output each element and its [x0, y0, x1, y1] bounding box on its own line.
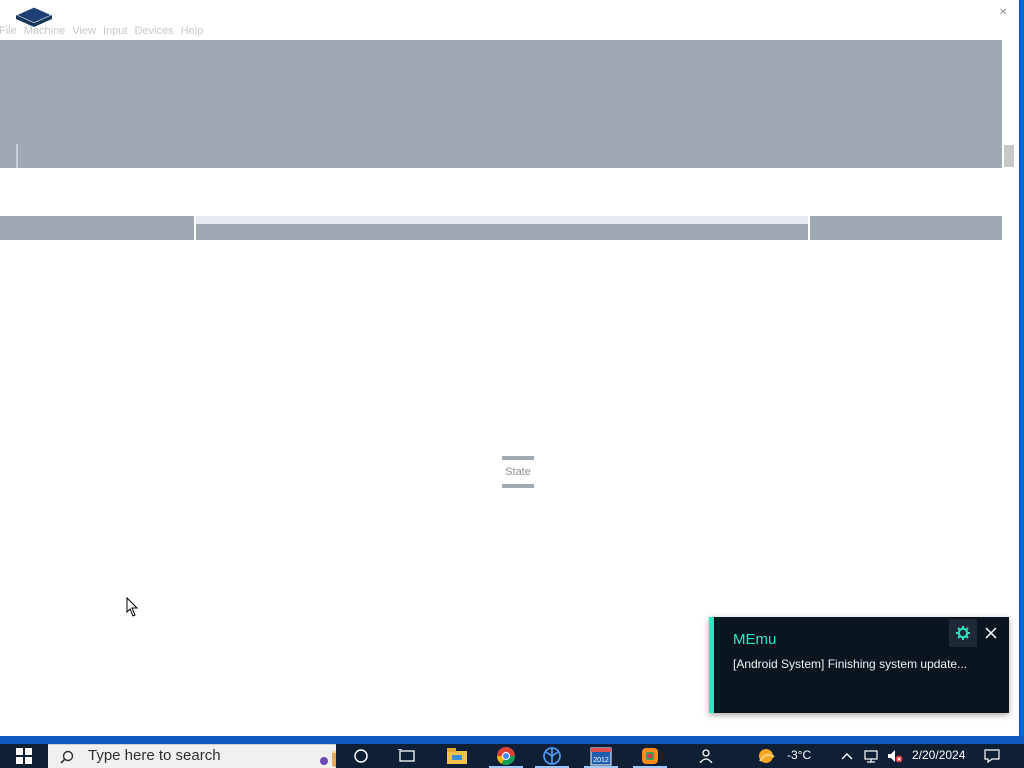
app-logo-icon: [14, 6, 54, 27]
weather-temperature[interactable]: -3°C: [787, 748, 811, 762]
taskbar-cortana[interactable]: [340, 744, 382, 768]
tray-network[interactable]: [860, 744, 882, 768]
notification-settings-button[interactable]: [949, 619, 977, 647]
taskbar-search-box[interactable]: Type here to search: [48, 744, 336, 768]
weather-icon: [759, 749, 775, 763]
taskbar-calendar-app[interactable]: 2012: [580, 744, 622, 768]
network-app-icon: [543, 747, 561, 765]
tray-volume[interactable]: [884, 744, 906, 768]
tray-show-hidden[interactable]: [838, 744, 856, 768]
taskbar-chrome[interactable]: [485, 744, 527, 768]
close-icon: [985, 627, 997, 639]
volume-muted-icon: [888, 750, 903, 763]
notification-message: [Android System] Finishing system update…: [733, 657, 968, 671]
taskbar-memu[interactable]: [629, 744, 671, 768]
chevron-up-icon: [841, 753, 853, 760]
loading-bar-bottom: [502, 484, 534, 488]
panel-left-edge: [16, 144, 18, 168]
menu-input[interactable]: Input: [103, 25, 134, 37]
search-highlight-basket-icon: [320, 750, 336, 767]
panel-center-top-strip: [196, 216, 808, 224]
taskbar-task-view[interactable]: [386, 744, 428, 768]
chrome-icon: [497, 747, 515, 766]
loading-bar-top: [502, 456, 534, 460]
notification-icon: [984, 749, 1000, 763]
taskbar-file-explorer[interactable]: [436, 744, 478, 768]
top-gray-panel: [0, 40, 1002, 168]
content-white-band: [0, 168, 1019, 216]
mouse-pointer-icon: [126, 597, 139, 617]
menu-bar: File Machine View Input Devices Help: [0, 22, 1019, 40]
windows-icon: [16, 748, 32, 764]
loading-label: d State: [502, 466, 531, 478]
loading-indicator: d State: [502, 456, 534, 488]
menu-help[interactable]: Help: [181, 25, 211, 37]
gear-icon: [956, 626, 970, 640]
file-explorer-icon: [447, 748, 467, 764]
scrollbar-thumb[interactable]: [1004, 145, 1014, 167]
notification-close-button[interactable]: [977, 619, 1005, 647]
calendar-2012-icon: 2012: [590, 747, 612, 766]
taskbar-network-app[interactable]: [531, 744, 573, 768]
search-placeholder: Type here to search: [88, 747, 221, 764]
svg-text:2012: 2012: [593, 757, 609, 764]
taskbar-top-edge: [0, 736, 1024, 744]
start-button[interactable]: [0, 744, 48, 768]
notification-app-name: MEmu: [733, 631, 777, 648]
people-icon: [699, 749, 713, 763]
bottom-gray-panel: [0, 216, 1019, 240]
taskbar: Type here to search 2012 -3°C 2/20/2024: [0, 744, 1024, 768]
action-center-button[interactable]: [982, 744, 1002, 768]
cortana-icon: [354, 749, 368, 763]
tray-date[interactable]: 2/20/2024: [912, 748, 965, 762]
memu-icon: [642, 748, 658, 764]
window-close-icon[interactable]: ✕: [999, 8, 1009, 18]
taskbar-people[interactable]: [688, 744, 724, 768]
notification-toast[interactable]: MEmu [Android System] Finishing system u…: [709, 617, 1009, 713]
network-icon: [864, 750, 878, 763]
menu-devices[interactable]: Devices: [134, 25, 180, 37]
taskbar-weather[interactable]: [748, 744, 784, 768]
task-view-icon: [398, 749, 415, 762]
menu-view[interactable]: View: [72, 25, 103, 37]
window-titlebar[interactable]: [0, 0, 1019, 20]
panel-right-gap: [1002, 216, 1019, 240]
search-icon: [60, 750, 74, 764]
